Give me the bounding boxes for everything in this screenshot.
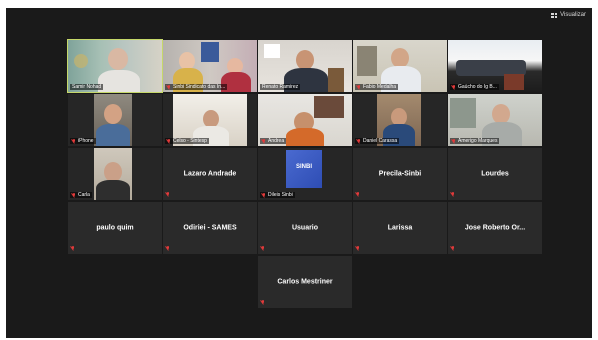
video-tile[interactable]: Renato Ramirez bbox=[258, 40, 352, 92]
participant-name: Odiriei - SAMES bbox=[183, 224, 237, 232]
participant-name-label: Daniel Carassa bbox=[355, 138, 400, 144]
participant-tile[interactable]: Usuario bbox=[258, 202, 352, 254]
participant-name-label: Celso - Sintesp bbox=[165, 138, 209, 144]
muted-mic-icon bbox=[72, 192, 76, 198]
video-tile[interactable]: Gaúcho do Ig B... bbox=[448, 40, 542, 92]
meeting-window: Visualizar Samir Nohad Sinbi Sindicato d… bbox=[6, 8, 592, 338]
participant-name-label: Samir Nohad bbox=[70, 84, 104, 90]
video-tile[interactable]: SINBI Dileis Sinbi bbox=[258, 148, 352, 200]
video-tile[interactable]: Daniel Carassa bbox=[353, 94, 447, 146]
participant-tile[interactable]: Lourdes bbox=[448, 148, 542, 200]
participant-name-label: iPhone bbox=[70, 138, 96, 144]
grid-view-icon bbox=[551, 12, 558, 18]
muted-mic-icon bbox=[167, 84, 171, 90]
participant-tile[interactable]: Larissa bbox=[353, 202, 447, 254]
participant-name-label: Fabio Medalha bbox=[355, 84, 399, 90]
muted-mic-icon bbox=[452, 84, 456, 90]
video-tile[interactable]: Sinbi Sindicato das In... bbox=[163, 40, 257, 92]
view-button-label: Visualizar bbox=[560, 12, 586, 18]
muted-mic-icon bbox=[167, 138, 171, 144]
video-tile[interactable]: Andrea bbox=[258, 94, 352, 146]
participant-name-label: Dileis Sinbi bbox=[260, 192, 295, 198]
muted-mic-icon bbox=[356, 246, 360, 251]
video-tile[interactable]: iPhone bbox=[68, 94, 162, 146]
participant-name: Lazaro Andrade bbox=[183, 170, 237, 178]
video-tile[interactable]: Carla bbox=[68, 148, 162, 200]
muted-mic-icon bbox=[262, 138, 266, 144]
video-tile[interactable]: Samir Nohad bbox=[67, 39, 163, 93]
muted-mic-icon bbox=[356, 192, 360, 197]
muted-mic-icon bbox=[72, 138, 76, 144]
participant-name-label: Andrea bbox=[260, 138, 287, 144]
video-tile[interactable]: Fabio Medalha bbox=[353, 40, 447, 92]
participant-name: paulo quim bbox=[96, 224, 134, 232]
sinbi-logo: SINBI bbox=[286, 150, 322, 188]
view-button[interactable]: Visualizar bbox=[551, 12, 586, 18]
participant-tile[interactable]: Precila-Sinbi bbox=[353, 148, 447, 200]
participant-name: Lourdes bbox=[481, 170, 509, 178]
muted-mic-icon bbox=[357, 138, 361, 144]
participant-name: Usuario bbox=[291, 224, 319, 232]
muted-mic-icon bbox=[452, 138, 456, 144]
muted-mic-icon bbox=[451, 192, 455, 197]
participant-tile[interactable]: Lazaro Andrade bbox=[163, 148, 257, 200]
participant-name: Carlos Mestriner bbox=[277, 278, 333, 286]
muted-mic-icon bbox=[166, 192, 170, 197]
muted-mic-icon bbox=[262, 192, 266, 198]
participant-tile[interactable]: paulo quim bbox=[68, 202, 162, 254]
participant-name-label: Renato Ramirez bbox=[260, 84, 301, 90]
muted-mic-icon bbox=[166, 246, 170, 251]
participant-name-label: Carla bbox=[70, 192, 92, 198]
participant-tile[interactable]: Jose Roberto Or... bbox=[448, 202, 542, 254]
participant-tile[interactable]: Odiriei - SAMES bbox=[163, 202, 257, 254]
participant-tile[interactable]: Carlos Mestriner bbox=[258, 256, 352, 308]
muted-mic-icon bbox=[261, 300, 265, 305]
participant-name-label: Sinbi Sindicato das In... bbox=[165, 84, 228, 90]
participant-name: Precila-Sinbi bbox=[378, 170, 422, 178]
video-tile[interactable]: Amerigo Marques bbox=[448, 94, 542, 146]
participant-name: Larissa bbox=[387, 224, 413, 232]
participant-name-label: Gaúcho do Ig B... bbox=[450, 84, 499, 90]
participant-name-label: Amerigo Marques bbox=[450, 138, 500, 144]
muted-mic-icon bbox=[71, 246, 75, 251]
participant-name: Jose Roberto Or... bbox=[464, 224, 526, 232]
muted-mic-icon bbox=[357, 84, 361, 90]
video-tile[interactable]: Celso - Sintesp bbox=[163, 94, 257, 146]
muted-mic-icon bbox=[451, 246, 455, 251]
muted-mic-icon bbox=[261, 246, 265, 251]
